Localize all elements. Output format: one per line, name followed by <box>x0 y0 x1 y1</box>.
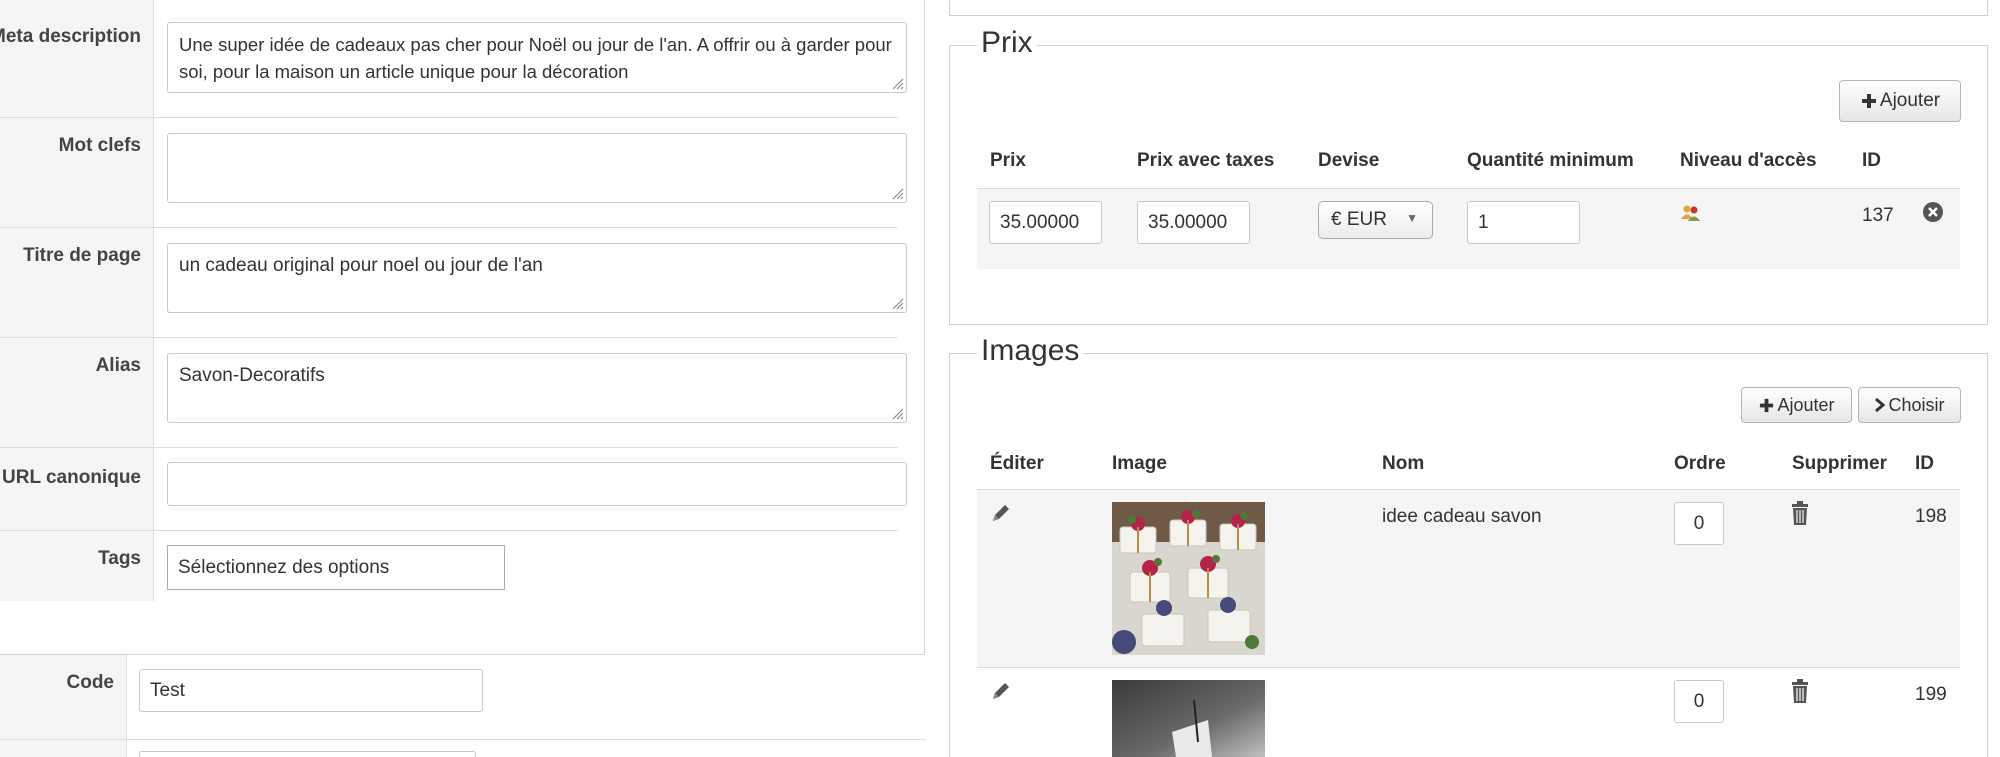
soap-gift-thumbnail[interactable] <box>1112 502 1265 655</box>
min-quantity-header: Quantité minimum <box>1467 150 1634 171</box>
delete-header: Supprimer <box>1792 453 1888 474</box>
access-level-header: Niveau d'accès <box>1680 150 1817 171</box>
image-header: Image <box>1112 453 1167 474</box>
image-name: idee cadeau savon <box>1382 506 1542 527</box>
min-quantity-input[interactable]: 1 <box>1467 201 1580 244</box>
price-with-tax-header: Prix avec taxes <box>1137 150 1275 171</box>
canonical-url-label: URL canonique <box>2 467 141 488</box>
code-label: Code <box>66 672 115 693</box>
canonical-url-input[interactable] <box>167 462 907 506</box>
product-thumbnail[interactable] <box>1112 680 1265 757</box>
upper-panel-edge <box>949 0 1988 16</box>
resize-grip-icon[interactable] <box>890 296 904 310</box>
alias-label: Alias <box>95 355 141 376</box>
price-header: Prix <box>990 150 1026 171</box>
add-image-button[interactable]: Ajouter <box>1741 387 1852 423</box>
currency-select[interactable]: € EUR ▼ <box>1318 201 1433 239</box>
meta-description-label: Meta description <box>0 26 141 47</box>
resize-grip-icon[interactable] <box>890 76 904 90</box>
price-id-header: ID <box>1862 150 1881 171</box>
chevron-right-icon <box>1875 397 1886 413</box>
seo-form-panel: Meta description Une super idée de cadea… <box>0 0 926 757</box>
currency-header: Devise <box>1318 150 1380 171</box>
alias-textarea[interactable]: Savon-Decoratifs <box>167 353 907 423</box>
price-id: 137 <box>1862 205 1894 226</box>
choose-image-button[interactable]: Choisir <box>1858 387 1961 423</box>
trash-icon[interactable] <box>1791 679 1809 703</box>
next-input[interactable] <box>139 751 476 757</box>
page-title-textarea[interactable]: un cadeau original pour noel ou jour de … <box>167 243 907 313</box>
tags-select[interactable]: Sélectionnez des options <box>167 545 505 590</box>
price-with-tax-input[interactable]: 35.00000 <box>1137 201 1250 244</box>
prices-legend: Prix <box>977 26 1037 60</box>
edit-header: Éditer <box>990 453 1044 474</box>
price-input[interactable]: 35.00000 <box>989 201 1102 244</box>
tags-label: Tags <box>98 548 141 569</box>
name-header: Nom <box>1382 453 1425 474</box>
order-header: Ordre <box>1674 453 1726 474</box>
trash-icon[interactable] <box>1791 501 1809 525</box>
pencil-icon[interactable] <box>990 680 1012 702</box>
keywords-label: Mot clefs <box>58 135 141 156</box>
page-title-label: Titre de page <box>23 245 141 266</box>
image-id: 199 <box>1915 684 1947 705</box>
plus-icon <box>1861 94 1876 108</box>
code-input[interactable]: Test <box>139 669 483 712</box>
image-id-header: ID <box>1915 453 1934 474</box>
add-price-button[interactable]: Ajouter <box>1839 80 1961 122</box>
remove-circle-icon[interactable] <box>1922 201 1944 223</box>
keywords-textarea[interactable] <box>167 133 907 203</box>
resize-grip-icon[interactable] <box>890 406 904 420</box>
resize-grip-icon[interactable] <box>890 186 904 200</box>
meta-description-textarea[interactable]: Une super idée de cadeaux pas cher pour … <box>167 22 907 93</box>
images-legend: Images <box>977 334 1084 368</box>
image-order-input[interactable]: 0 <box>1674 680 1724 723</box>
image-order-input[interactable]: 0 <box>1674 502 1724 545</box>
caret-down-icon: ▼ <box>1406 211 1418 225</box>
plus-icon <box>1760 398 1774 412</box>
pencil-icon[interactable] <box>990 502 1012 524</box>
prices-fieldset <box>949 45 1988 325</box>
users-icon[interactable] <box>1680 204 1702 222</box>
image-id: 198 <box>1915 506 1947 527</box>
